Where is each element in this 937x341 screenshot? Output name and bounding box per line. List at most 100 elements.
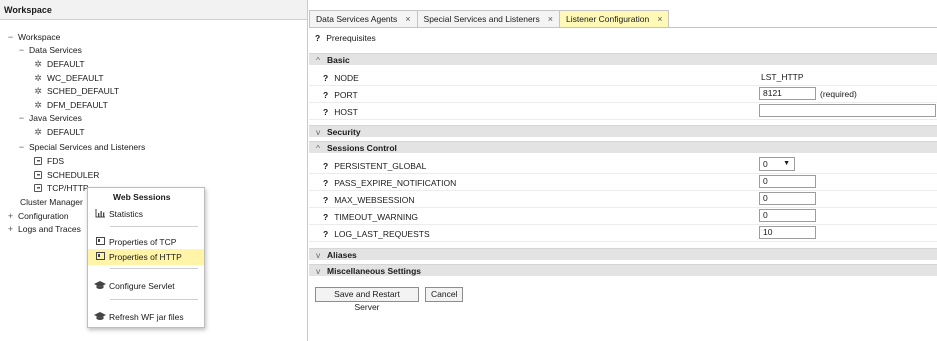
collapse-icon[interactable]: − xyxy=(6,31,15,43)
tree-item-java-default[interactable]: ✲ DEFAULT xyxy=(33,126,85,138)
port-input[interactable]: 8121 xyxy=(759,87,816,100)
tree-item-label: SCHED_DEFAULT xyxy=(47,86,120,96)
prerequisites-label: Prerequisites xyxy=(326,33,376,43)
tab-listener-configuration[interactable]: Listener Configuration × xyxy=(559,10,670,27)
param-label: ? HOST xyxy=(323,107,358,117)
tree-item-label: Logs and Traces xyxy=(18,224,81,234)
tree-item-sched-default[interactable]: ✲ SCHED_DEFAULT xyxy=(33,85,119,97)
help-icon[interactable]: ? xyxy=(323,161,328,171)
tab-label: Data Services Agents xyxy=(316,14,398,24)
menu-separator xyxy=(110,268,198,269)
collapse-icon[interactable]: − xyxy=(17,44,26,56)
tree-item-wc-default[interactable]: ✲ WC_DEFAULT xyxy=(33,72,104,84)
chevron-down-icon: v xyxy=(316,250,321,260)
close-icon[interactable]: × xyxy=(657,14,662,24)
param-label: ? TIMEOUT_WARNING xyxy=(323,212,418,222)
section-misc-settings[interactable]: v Miscellaneous Settings xyxy=(309,264,937,276)
help-icon[interactable]: ? xyxy=(323,107,328,117)
tree-item-cluster-manager[interactable]: Cluster Manager xyxy=(20,196,83,208)
gear-icon: ✲ xyxy=(34,73,42,83)
tree-item-label: DEFAULT xyxy=(47,127,85,137)
tree-item-label: Java Services xyxy=(29,113,82,123)
menu-item-label: Refresh WF jar files xyxy=(109,312,184,322)
pass-expire-input[interactable]: 0 xyxy=(759,175,816,188)
tab-label: Special Services and Listeners xyxy=(423,14,540,24)
help-icon[interactable]: ? xyxy=(323,229,328,239)
dropdown-arrow-icon: ▼ xyxy=(783,160,790,167)
graduation-cap-icon xyxy=(91,280,109,292)
workspace-panel: Workspace − Workspace − Data Services ✲ … xyxy=(0,0,308,341)
gear-icon: ✲ xyxy=(34,100,42,110)
tree-item-label: Cluster Manager xyxy=(20,197,83,207)
gear-icon: ✲ xyxy=(34,59,42,69)
cancel-button[interactable]: Cancel xyxy=(425,287,463,302)
context-menu: Web Sessions Statistics Properties of TC… xyxy=(87,187,205,328)
chevron-down-icon: v xyxy=(316,127,321,137)
param-label: ? PORT xyxy=(323,90,358,100)
tree-item-special-services[interactable]: − Special Services and Listeners xyxy=(17,141,145,153)
param-row-node: ? NODE LST_HTTP xyxy=(309,69,937,86)
tree-item-workspace[interactable]: − Workspace xyxy=(6,31,61,43)
tree-item-fds[interactable]: FDS xyxy=(34,155,64,167)
close-icon[interactable]: × xyxy=(548,14,553,24)
persistent-global-select[interactable]: 0 ▼ xyxy=(759,157,795,171)
listener-icon xyxy=(34,157,42,165)
param-label: ? LOG_LAST_REQUESTS xyxy=(323,229,430,239)
section-security[interactable]: v Security xyxy=(309,125,937,137)
menu-item-properties-tcp[interactable]: Properties of TCP xyxy=(88,234,204,250)
section-basic[interactable]: ^ Basic xyxy=(309,53,937,65)
menu-item-statistics[interactable]: Statistics xyxy=(88,206,204,222)
tree-item-dfm-default[interactable]: ✲ DFM_DEFAULT xyxy=(33,99,108,111)
tree-item-label: WC_DEFAULT xyxy=(47,73,104,83)
close-icon[interactable]: × xyxy=(405,14,410,24)
param-row-host: ? HOST xyxy=(309,103,937,120)
param-label: ? MAX_WEBSESSION xyxy=(323,195,415,205)
tree-item-label: FDS xyxy=(47,156,64,166)
timeout-warning-input[interactable]: 0 xyxy=(759,209,816,222)
section-aliases[interactable]: v Aliases xyxy=(309,248,937,260)
help-icon[interactable]: ? xyxy=(323,212,328,222)
tab-special-services[interactable]: Special Services and Listeners × xyxy=(416,10,561,27)
help-icon[interactable]: ? xyxy=(323,90,328,100)
collapse-icon[interactable]: − xyxy=(17,112,26,124)
param-row-pass-expire: ? PASS_EXPIRE_NOTIFICATION 0 xyxy=(309,174,937,191)
tree-item-default[interactable]: ✲ DEFAULT xyxy=(33,58,84,70)
save-restart-button[interactable]: Save and Restart Server xyxy=(315,287,419,312)
menu-separator xyxy=(110,299,198,300)
menu-item-properties-http[interactable]: Properties of HTTP xyxy=(88,249,204,265)
chevron-down-icon: v xyxy=(316,266,321,276)
menu-item-label: Properties of HTTP xyxy=(109,252,182,262)
tree-item-java-services[interactable]: − Java Services xyxy=(17,112,82,124)
help-icon[interactable]: ? xyxy=(323,73,328,83)
help-icon[interactable]: ? xyxy=(323,195,328,205)
help-icon[interactable]: ? xyxy=(315,33,320,43)
prerequisites-link[interactable]: ? Prerequisites xyxy=(315,33,376,43)
host-input[interactable] xyxy=(759,104,936,117)
chevron-up-icon: ^ xyxy=(316,143,320,153)
section-title: Basic xyxy=(327,55,350,65)
max-websession-input[interactable]: 0 xyxy=(759,192,816,205)
tree-item-label: Workspace xyxy=(18,32,61,42)
tab-divider xyxy=(309,27,937,28)
section-sessions-control[interactable]: ^ Sessions Control xyxy=(309,141,937,153)
param-label: ? PASS_EXPIRE_NOTIFICATION xyxy=(323,178,457,188)
tree-item-scheduler[interactable]: SCHEDULER xyxy=(34,169,99,181)
gear-icon: ✲ xyxy=(34,86,42,96)
menu-item-configure-servlet[interactable]: Configure Servlet xyxy=(88,278,204,294)
collapse-icon[interactable]: − xyxy=(17,141,26,153)
tree-item-tcp-http[interactable]: TCP/HTTP xyxy=(34,182,89,194)
required-hint: (required) xyxy=(820,89,857,99)
help-icon[interactable]: ? xyxy=(323,178,328,188)
expand-icon[interactable]: + xyxy=(6,223,15,235)
log-last-requests-input[interactable]: 10 xyxy=(759,226,816,239)
properties-icon xyxy=(91,237,109,247)
menu-item-refresh-jar[interactable]: Refresh WF jar files xyxy=(88,309,204,325)
tree-item-configuration[interactable]: + Configuration xyxy=(6,210,69,222)
expand-icon[interactable]: + xyxy=(6,210,15,222)
tab-data-services-agents[interactable]: Data Services Agents × xyxy=(309,10,418,27)
menu-item-label: Properties of TCP xyxy=(109,237,177,247)
param-row-timeout-warning: ? TIMEOUT_WARNING 0 xyxy=(309,208,937,225)
tree-item-data-services[interactable]: − Data Services xyxy=(17,44,82,56)
tree-item-logs-traces[interactable]: + Logs and Traces xyxy=(6,223,81,235)
param-label: ? NODE xyxy=(323,73,359,83)
